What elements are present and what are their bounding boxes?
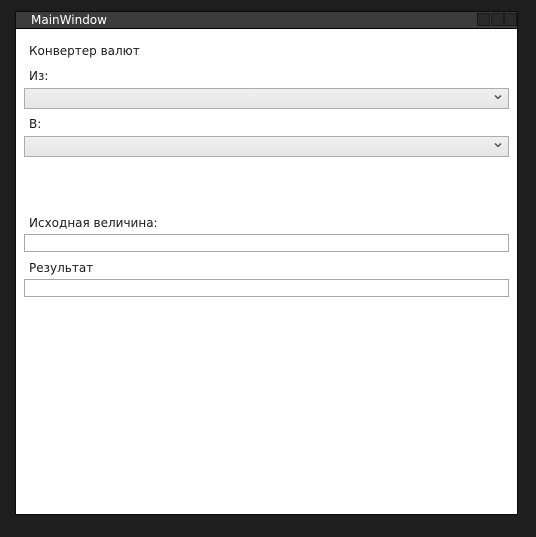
result-label: Результат [29,261,94,275]
result-field[interactable] [24,279,509,297]
source-amount-input[interactable] [24,234,509,252]
from-label: Из: [29,69,49,83]
chevron-down-icon [494,95,502,100]
maximize-button[interactable] [491,13,504,26]
main-window: MainWindow Конвертер валют Из: В: Исходн… [15,11,518,515]
source-amount-label: Исходная величина: [29,216,158,230]
chevron-down-icon [494,143,502,148]
title-bar[interactable]: MainWindow [16,12,517,29]
converter-header: Конвертер валют [29,44,140,58]
minimize-button[interactable] [477,13,490,26]
from-currency-combobox[interactable] [24,88,509,109]
close-button[interactable] [504,13,517,26]
window-title: MainWindow [31,13,107,27]
to-label: В: [29,117,42,131]
to-currency-combobox[interactable] [24,136,509,157]
